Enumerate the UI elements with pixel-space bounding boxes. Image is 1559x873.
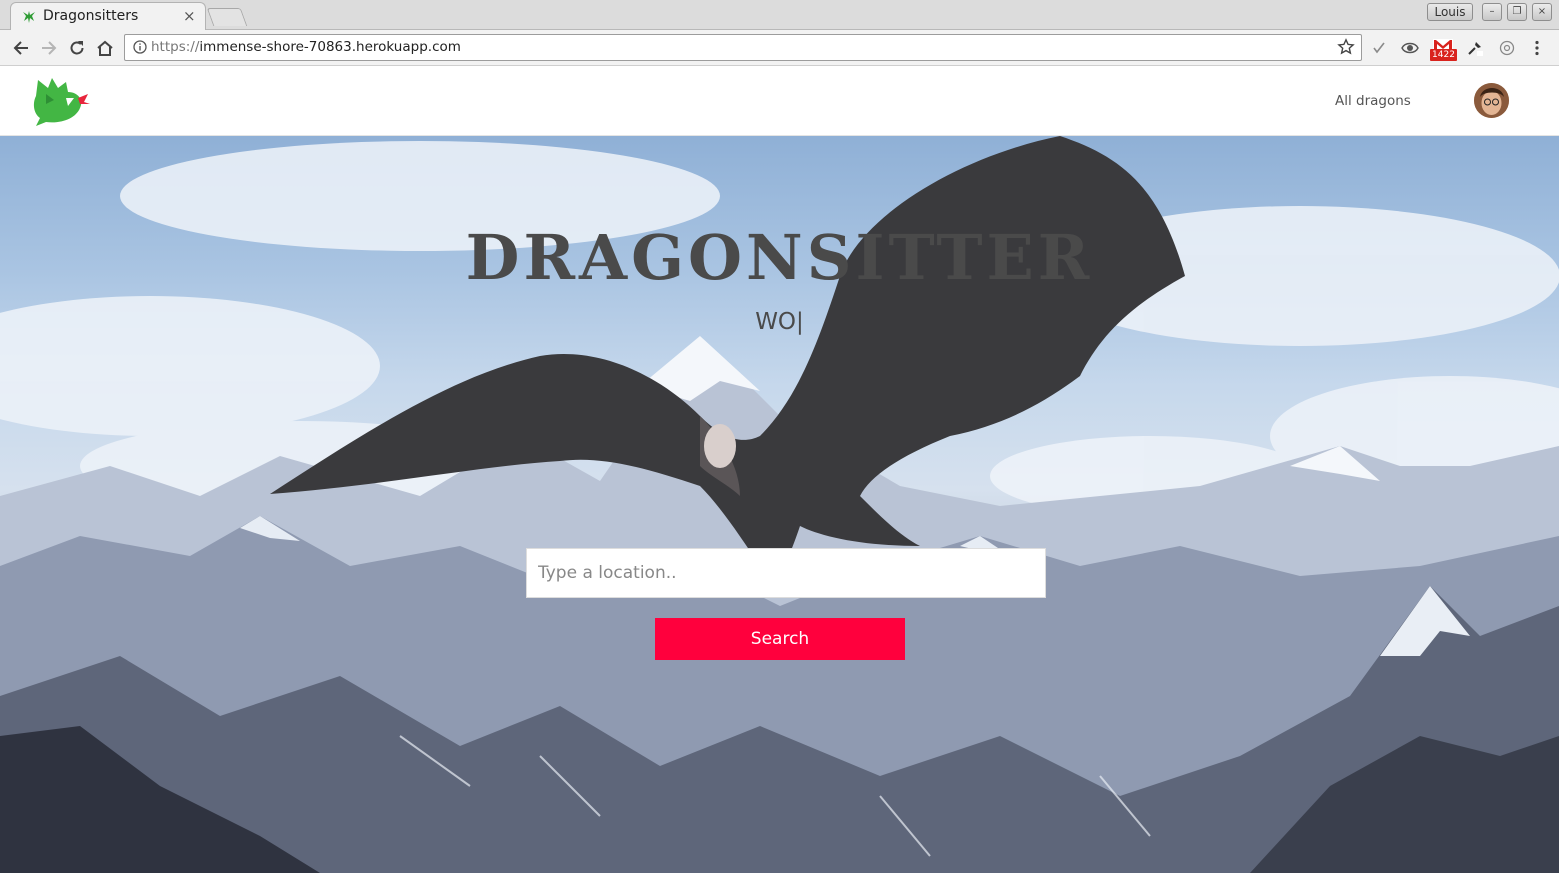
restore-button[interactable]: ❐: [1507, 3, 1527, 21]
info-icon[interactable]: [133, 40, 147, 54]
location-search-input[interactable]: [526, 548, 1046, 598]
avatar[interactable]: [1474, 83, 1509, 118]
home-button[interactable]: [93, 36, 117, 60]
profile-chip[interactable]: Louis: [1427, 3, 1473, 21]
browser-tab-strip: Dragonsitters × Louis – ❐ ×: [0, 0, 1559, 30]
tab-title: Dragonsitters: [43, 8, 139, 24]
gmail-unread-badge: 1422: [1430, 49, 1457, 61]
hero-section: DRAGONSITTER WO| Search: [0, 136, 1559, 873]
search-button[interactable]: Search: [655, 618, 905, 660]
back-button[interactable]: [9, 36, 33, 60]
reload-icon: [70, 41, 84, 55]
site-navbar: All dragons: [0, 66, 1559, 136]
browser-toolbar: https://immense-shore-70863.herokuapp.co…: [0, 30, 1559, 66]
reload-button[interactable]: [65, 36, 89, 60]
typed-text: WO|: [755, 309, 804, 335]
eye-icon: [1401, 42, 1419, 54]
back-arrow-icon: [13, 41, 28, 55]
checkmark-extension[interactable]: [1369, 38, 1389, 58]
dragon-favicon-icon: [23, 11, 35, 23]
browser-tab[interactable]: Dragonsitters ×: [10, 2, 206, 30]
url-host: immense-shore-70863.herokuapp.com: [199, 39, 461, 55]
dragon-logo-icon[interactable]: [28, 74, 92, 128]
forward-arrow-icon: [42, 41, 57, 55]
url-text: https://immense-shore-70863.herokuapp.co…: [151, 39, 461, 55]
close-window-button[interactable]: ×: [1532, 3, 1552, 21]
kebab-menu-icon: [1535, 40, 1539, 56]
forward-button[interactable]: [37, 36, 61, 60]
checkmark-icon: [1373, 42, 1385, 54]
new-tab-button[interactable]: [206, 8, 248, 26]
circle-extension-icon: [1499, 40, 1515, 56]
url-scheme: https://: [151, 39, 200, 55]
user-avatar-icon: [1474, 83, 1509, 118]
home-icon: [97, 40, 113, 56]
eyedropper-icon: [1468, 42, 1483, 56]
hero-title: DRAGONSITTER: [465, 221, 1094, 294]
star-icon[interactable]: [1337, 38, 1355, 56]
tab-close-icon[interactable]: ×: [183, 7, 196, 25]
browser-menu-button[interactable]: [1527, 38, 1547, 58]
circle-extension[interactable]: [1497, 38, 1517, 58]
all-dragons-link[interactable]: All dragons: [1335, 93, 1411, 109]
address-bar[interactable]: https://immense-shore-70863.herokuapp.co…: [124, 34, 1362, 61]
minimize-button[interactable]: –: [1482, 3, 1502, 21]
eye-extension[interactable]: [1400, 38, 1420, 58]
eyedropper-extension[interactable]: [1465, 38, 1485, 58]
